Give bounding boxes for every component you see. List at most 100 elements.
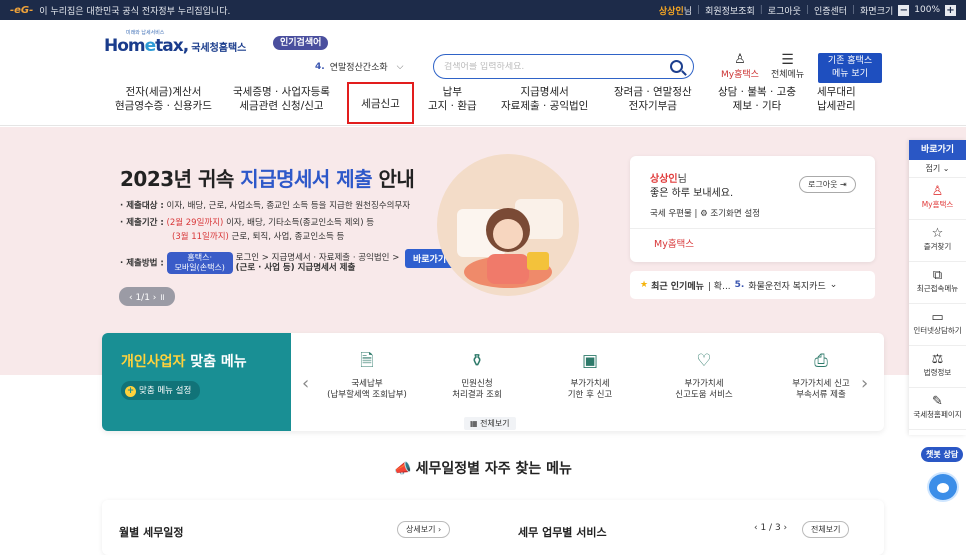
method-pill: 홈택스· 모바일(손택스) [166, 252, 233, 274]
recent-popular-item: 화물운전자 복지카드 [748, 281, 826, 292]
all-menu-button[interactable]: ☰ 전체메뉴 [771, 53, 804, 80]
hometax-logo[interactable]: 미래와 납세서비스 Hometax, 국세청홈택스 [104, 30, 247, 56]
cert-center-link[interactable]: 인증센터 [814, 4, 847, 17]
top-user-name: 상상인 [658, 6, 684, 17]
nav-label-2: 전자기부금 [628, 100, 677, 112]
nav-label-2: 제보 · 기타 [732, 100, 782, 112]
zoom-in-button[interactable]: + [945, 4, 956, 16]
nav-incentive[interactable]: 장려금 · 연말정산 전자기부금 [614, 85, 692, 113]
money-bag-icon: ⚱ [469, 351, 485, 371]
quick-recent[interactable]: ⧉ 최근접속메뉴 [909, 262, 966, 304]
law-icon: ⚖ [931, 352, 944, 367]
biz-item-label-2: 기한 후 신고 [567, 390, 613, 400]
legacy-menu-button[interactable]: 기존 홈택스 메뉴 보기 [818, 53, 882, 83]
person-icon: ♙ [931, 184, 944, 199]
service-pager[interactable]: ‹ 1 / 3 › [754, 523, 787, 533]
login-user: 상상인님 [650, 170, 687, 185]
monthly-detail-button[interactable]: 상세보기 › [397, 521, 451, 538]
biz-item-civil-request[interactable]: ⚱ 민원신청 처리결과 조회 [417, 351, 537, 401]
nav-label-1: 전자(세금)계산서 [125, 86, 202, 98]
schedule-cards: 월별 세무일정 상세보기 › 세무 업무별 서비스 ‹ 1 / 3 › 전체보기 [102, 500, 884, 555]
biz-item-label-1: 국세납부 [351, 379, 383, 389]
nav-label-2: 자료제출 · 공익법인 [501, 100, 589, 112]
gov-top-bar: -eG- 이 누리집은 대한민국 공식 전자정부 누리집입니다. 상상인님 | … [0, 0, 966, 20]
service-title: 세무 업무별 서비스 [518, 526, 607, 539]
biz-item-label-2: 처리결과 조회 [452, 390, 502, 400]
screen-size-label: 화면크기 [860, 6, 894, 17]
quick-my-hometax[interactable]: ♙ My홈택스 [909, 178, 966, 220]
logo-part-c: tax, [155, 36, 189, 56]
star-icon: ★ [640, 280, 649, 290]
biz-all-view-button[interactable]: ▦ 전체보기 [464, 417, 516, 430]
logout-link[interactable]: 로그아웃 [768, 4, 801, 17]
biz-item-label-1: 부가가치세 신고 [792, 379, 850, 389]
nav-tax-report[interactable]: 세금신고 [347, 82, 414, 124]
plus-icon: + [125, 386, 136, 397]
nav-payment-statement[interactable]: 지급명세서 자료제출 · 공익법인 [501, 85, 588, 113]
quick-internet-consult[interactable]: ▭ 인터넷상담하기 [909, 304, 966, 346]
biz-item-tax-payment[interactable]: 🗎 국세납부 (납부할세액 조회납부) [307, 351, 427, 401]
banner-title-a: 2023년 귀속 [120, 167, 241, 191]
schedule-title-text: 세무일정별 자주 찾는 메뉴 [415, 461, 572, 477]
period-2-date: (3월 11일까지) [172, 232, 229, 242]
nav-certificates[interactable]: 국세증명 · 사업자등록 세금관련 신청/신고 [233, 85, 330, 113]
gov-notice-text: 이 누리집은 대한민국 공식 전자정부 누리집입니다. [39, 6, 231, 17]
mailbox-link[interactable]: 국세 우편물 [650, 209, 692, 219]
service-all-button[interactable]: 전체보기 [802, 521, 850, 538]
quick-nts-homepage[interactable]: ✎ 국세청홈페이지 [909, 388, 966, 430]
recent-popular-bar[interactable]: ★ 최근 인기메뉴 | 확... 5. 화물운전자 복지카드 ⌄ [630, 271, 875, 299]
woman-illustration-icon [457, 199, 563, 288]
biz-item-label-1: 부가가치세 [684, 379, 724, 389]
banner-title-b: 안내 [372, 167, 415, 191]
method-path-1: 로그인 > 지급명세서 · 자료제출 · 공익법인 > [235, 253, 400, 263]
document-upload-icon: 🗎 [360, 351, 374, 371]
chatbot-button[interactable]: 챗봇 상담 [921, 447, 964, 462]
quick-favorites[interactable]: ☆ 즐겨찾기 [909, 220, 966, 262]
chevron-down-icon[interactable]: ⌵ [397, 62, 404, 72]
zoom-out-button[interactable]: − [898, 4, 910, 16]
search-input[interactable] [444, 61, 670, 72]
home-setting-link[interactable]: ⚙ 조기화면 설정 [700, 209, 760, 219]
nav-label-1: 세무대리 [817, 86, 856, 98]
popular-search-badge: 인기검색어 [273, 36, 329, 50]
chevron-right-icon[interactable]: › [861, 373, 868, 394]
login-my-hometax[interactable]: My홈택스 [654, 236, 694, 250]
printer-icon: ⎙ [814, 351, 828, 371]
gov-logo-icon: -eG- [10, 4, 34, 16]
nav-payment[interactable]: 납부 고지 · 환급 [428, 85, 477, 113]
biz-menu-title: 개인사업자 맞춤 메뉴 [121, 351, 247, 371]
quick-fold-button[interactable]: 접기 ⌄ [909, 160, 966, 178]
monthly-schedule-title: 월별 세무일정 [119, 526, 184, 539]
my-hometax-button[interactable]: ♙ My홈택스 [721, 53, 759, 81]
biz-item-label-2: (납부할세액 조회납부) [327, 390, 407, 400]
quick-label: 국세청홈페이지 [913, 410, 962, 419]
chevron-down-icon[interactable]: ⌄ [830, 280, 838, 290]
target-text: 이자, 배당, 근로, 사업소득, 종교인 소득 등을 지급한 원천징수의무자 [163, 201, 411, 211]
recent-popular-num: 5. [734, 280, 745, 290]
nav-agent[interactable]: 세무대리 납세관리 [817, 85, 856, 113]
nav-e-invoice[interactable]: 전자(세금)계산서현금영수증 · 신용카드 [115, 85, 212, 113]
chatbot-avatar-icon[interactable] [927, 472, 959, 502]
biz-item-label-1: 부가가치세 [570, 379, 610, 389]
main-nav: 전자(세금)계산서현금영수증 · 신용카드 국세증명 · 사업자등록 세금관련 신… [0, 80, 966, 126]
header: 미래와 납세서비스 Hometax, 국세청홈택스 인기검색어 4. 연말정산간… [0, 20, 966, 83]
banner-title: 2023년 귀속 지급명세서 제출 안내 [120, 163, 415, 192]
biz-item-vat-late[interactable]: ▣ 부가가치세 기한 후 신고 [530, 351, 650, 401]
biz-title-rest: 맞춤 메뉴 [185, 354, 247, 370]
period-1-date: (2월 29일까지) [163, 218, 224, 228]
custom-menu-setting-button[interactable]: + 맞춤 메뉴 설정 [121, 381, 201, 400]
logo-part-b: e [144, 36, 156, 56]
quick-label: 인터넷상담하기 [913, 326, 962, 335]
search-icon[interactable] [670, 60, 683, 73]
quick-law-info[interactable]: ⚖ 법령정보 [909, 346, 966, 388]
member-info-link[interactable]: 회원정보조회 [705, 4, 755, 17]
logout-button[interactable]: 로그아웃 ⇥ [799, 176, 856, 193]
quick-label: 법령정보 [923, 368, 952, 377]
logo-subtitle: 국세청홈택스 [191, 43, 247, 54]
banner-pager[interactable]: ‹ 1/1 › ॥ [119, 287, 175, 306]
nav-label-2: 현금영수증 · 신용카드 [115, 100, 212, 112]
biz-item-vat-help[interactable]: ♡ 부가가치세 신고도움 서비스 [644, 351, 764, 401]
nav-consult[interactable]: 상담 · 불복 · 고충 제보 · 기타 [718, 85, 796, 113]
popular-search-item[interactable]: 4. 연말정산간소화 ⌵ [315, 60, 404, 74]
login-divider [630, 228, 875, 229]
